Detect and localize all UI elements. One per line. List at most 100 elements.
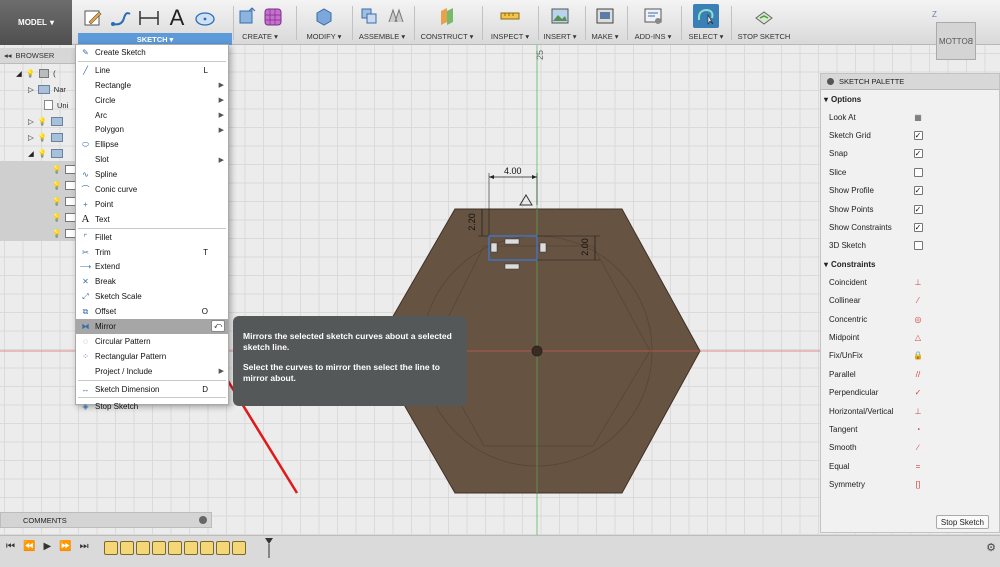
make-menu[interactable]: MAKE ▾: [588, 0, 622, 45]
constraint-tangent[interactable]: Tangent ◔: [821, 420, 999, 438]
line-tool-icon[interactable]: [110, 7, 132, 29]
tree-item[interactable]: ▷ 💡: [0, 113, 78, 129]
constraint-collinear[interactable]: Collinear ⁄: [821, 292, 999, 310]
inspect-menu[interactable]: INSPECT ▾: [486, 0, 534, 45]
tree-item[interactable]: ▷ 💡: [0, 129, 78, 145]
select-menu[interactable]: SELECT ▾: [684, 0, 728, 45]
step-forward-icon[interactable]: ⏩: [59, 541, 71, 552]
workspace-switcher[interactable]: MODEL ▾: [0, 0, 72, 45]
timeline-sketch-feature-icon[interactable]: [136, 541, 150, 555]
close-palette-icon[interactable]: [827, 78, 834, 85]
tree-item[interactable]: 💡: [0, 161, 78, 177]
timeline-sketch-feature-icon[interactable]: [232, 541, 246, 555]
checkbox[interactable]: ✓: [913, 223, 923, 233]
menu-item-arc[interactable]: Arc ▶: [76, 108, 228, 123]
palette-header[interactable]: SKETCH PALETTE: [821, 74, 999, 90]
menu-item-sketch-dimension[interactable]: ↔ Sketch Dimension D: [76, 382, 228, 397]
timeline-sketch-feature-icon[interactable]: [104, 541, 118, 555]
timeline-sketch-feature-icon[interactable]: [200, 541, 214, 555]
tree-item[interactable]: 💡: [0, 209, 78, 225]
constraint-smooth[interactable]: Smooth ∕: [821, 439, 999, 457]
menu-item-spline[interactable]: ∿ Spline: [76, 167, 228, 182]
checkbox[interactable]: ✓: [913, 131, 923, 141]
constraint-concentric[interactable]: Concentric ◎: [821, 310, 999, 328]
menu-item-project-include[interactable]: Project / Include ▶: [76, 364, 228, 379]
options-section-header[interactable]: ▾ Options: [821, 90, 999, 108]
step-back-icon[interactable]: ⏪: [23, 541, 35, 552]
constraint-perpendicular[interactable]: Perpendicular ✓: [821, 383, 999, 401]
constraint-midpoint[interactable]: Midpoint △: [821, 328, 999, 346]
construct-menu[interactable]: CONSTRUCT ▾: [418, 0, 476, 45]
menu-item-stop-sketch[interactable]: ◈ Stop Sketch: [76, 399, 228, 414]
menu-item-circular-pattern[interactable]: ◌ Circular Pattern: [76, 334, 228, 349]
addins-menu[interactable]: ADD-INS ▾: [630, 0, 676, 45]
viewcube-face-bottom[interactable]: BOTTOM: [936, 22, 976, 60]
constraint-horizontal-vertical[interactable]: Horizontal/Vertical ⊥: [821, 402, 999, 420]
timeline-sketch-feature-icon[interactable]: [168, 541, 182, 555]
menu-item-create-sketch[interactable]: ✎ Create Sketch: [76, 45, 228, 60]
menu-item-break[interactable]: ✕ Break: [76, 274, 228, 289]
tree-item[interactable]: 💡: [0, 193, 78, 209]
menu-item-circle[interactable]: Circle ▶: [76, 93, 228, 108]
tree-root[interactable]: ◢ 💡(: [0, 65, 78, 81]
menu-item-polygon[interactable]: Polygon ▶: [76, 122, 228, 137]
menu-item-slot[interactable]: Slot ▶: [76, 152, 228, 167]
tree-item[interactable]: 💡: [0, 225, 78, 241]
stop-sketch-button[interactable]: Stop Sketch: [935, 515, 989, 529]
dimension-tool-icon[interactable]: [138, 7, 160, 29]
menu-item-ellipse[interactable]: ⬭ Ellipse: [76, 137, 228, 152]
menu-item-text[interactable]: A Text: [76, 212, 228, 227]
look-at-icon[interactable]: ▦: [913, 112, 923, 122]
menu-item-offset[interactable]: ⧉ Offset O: [76, 304, 228, 319]
menu-item-rectangular-pattern[interactable]: ⁘ Rectangular Pattern: [76, 349, 228, 364]
add-comment-icon[interactable]: [199, 516, 207, 524]
width-dimension[interactable]: 4.00: [503, 166, 523, 176]
checkbox[interactable]: ✓: [913, 204, 923, 214]
menu-item-point[interactable]: + Point: [76, 197, 228, 212]
settings-gear-icon[interactable]: ⚙: [986, 541, 996, 554]
timeline-sketch-feature-icon[interactable]: [120, 541, 134, 555]
modify-menu[interactable]: MODIFY ▾: [300, 0, 348, 45]
stop-sketch-toolbar-button[interactable]: STOP SKETCH: [734, 0, 794, 45]
go-to-end-icon[interactable]: ⏭: [80, 541, 89, 552]
checkbox[interactable]: [913, 241, 923, 251]
play-icon[interactable]: ▶: [43, 541, 51, 552]
menu-item-conic-curve[interactable]: ⌒ Conic curve: [76, 182, 228, 197]
browser-panel-header[interactable]: ◂◂ BROWSER: [0, 48, 78, 64]
timeline-sketch-feature-icon[interactable]: [216, 541, 230, 555]
menu-item-trim[interactable]: ✂ Trim T: [76, 245, 228, 260]
menu-item-fillet[interactable]: ⌜ Fillet: [76, 230, 228, 245]
go-to-start-icon[interactable]: ⏮: [6, 541, 15, 552]
timeline-sketch-feature-icon[interactable]: [152, 541, 166, 555]
text-tool-icon[interactable]: A: [166, 5, 188, 30]
ellipse-tool-icon[interactable]: [194, 7, 216, 29]
menu-item-rectangle[interactable]: Rectangle ▶: [76, 78, 228, 93]
tree-item[interactable]: 💡: [0, 177, 78, 193]
viewcube[interactable]: Z BOTTOM: [924, 10, 984, 70]
constraint-parallel[interactable]: Parallel //: [821, 365, 999, 383]
right-height-dimension[interactable]: 2.00: [580, 238, 590, 256]
constraint-symmetry[interactable]: Symmetry []: [821, 475, 999, 493]
collapse-icon[interactable]: ◂◂: [4, 51, 12, 60]
tree-item[interactable]: Uni: [0, 97, 78, 113]
insert-menu[interactable]: INSERT ▾: [540, 0, 580, 45]
constraint-equal[interactable]: Equal =: [821, 457, 999, 475]
checkbox[interactable]: ✓: [913, 149, 923, 159]
menu-item-extend[interactable]: ⟶ Extend: [76, 259, 228, 274]
timeline-sketch-feature-icon[interactable]: [184, 541, 198, 555]
checkbox[interactable]: ✓: [913, 186, 923, 196]
constraint-coincident[interactable]: Coincident ⊥: [821, 273, 999, 291]
checkbox[interactable]: [913, 167, 923, 177]
tree-item[interactable]: ◢ 💡: [0, 145, 78, 161]
assemble-menu[interactable]: ASSEMBLE ▾: [354, 0, 410, 45]
menu-item-mirror[interactable]: ⧓ Mirror ⤺: [76, 319, 228, 334]
menu-item-line[interactable]: ╱ Line L: [76, 63, 228, 78]
comments-panel[interactable]: COMMENTS: [0, 512, 212, 528]
constraint-fix-unfix[interactable]: Fix/UnFix 🔒: [821, 347, 999, 365]
menu-item-sketch-scale[interactable]: ⤢ Sketch Scale: [76, 289, 228, 304]
left-height-dimension[interactable]: 2.20: [467, 213, 477, 231]
timeline-marker[interactable]: [265, 538, 273, 558]
create-sketch-icon[interactable]: [82, 7, 104, 29]
pin-to-toolbar-icon[interactable]: ⤺: [211, 320, 225, 333]
tree-item[interactable]: ▷ Nar: [0, 81, 78, 97]
